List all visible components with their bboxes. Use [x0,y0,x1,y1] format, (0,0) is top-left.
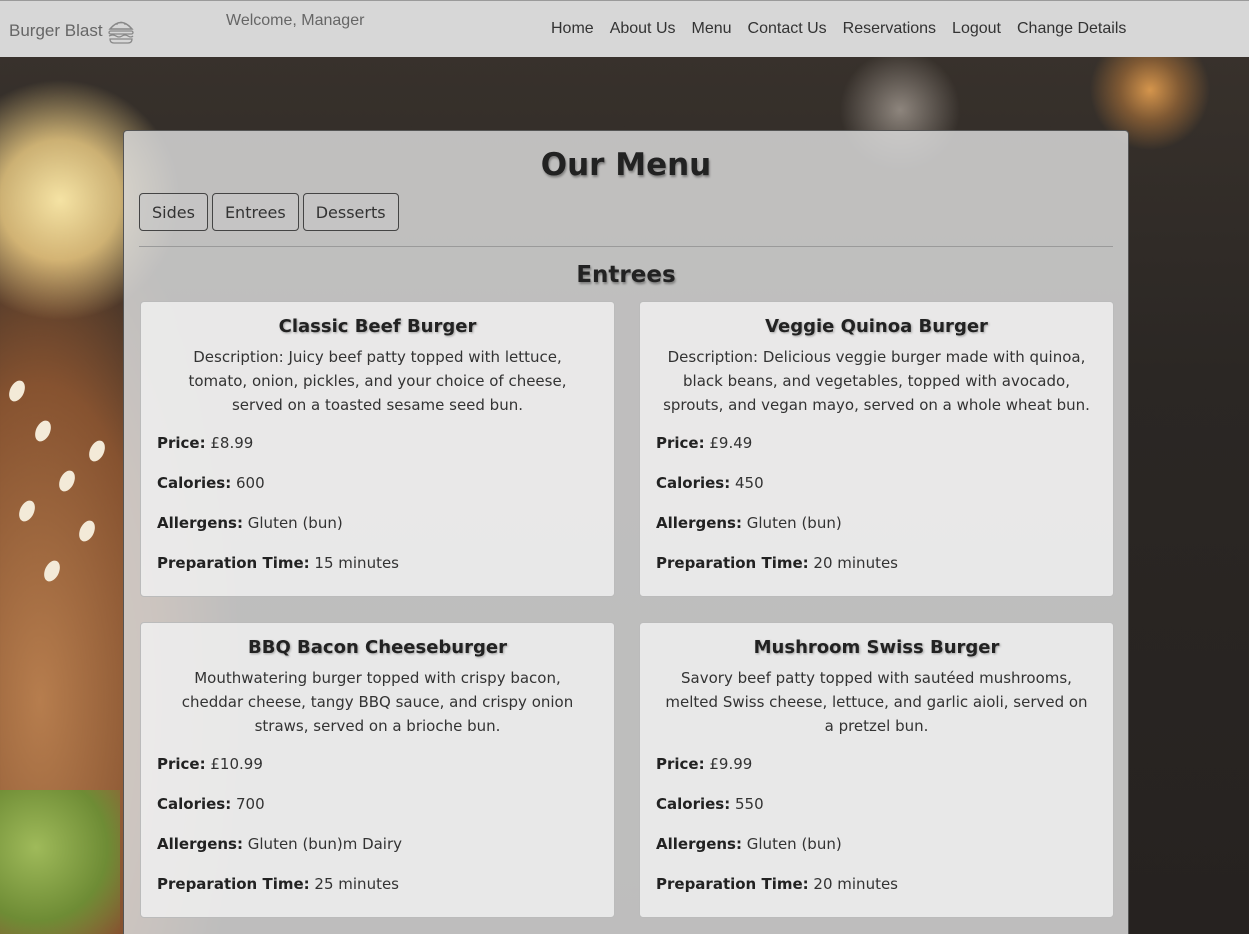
item-description: Savory beef patty topped with sautéed mu… [665,669,1088,735]
burger-icon [107,21,134,44]
top-navbar: Burger Blast Welcome, Manager Home About… [0,0,1249,57]
item-description: Mouthwatering burger topped with crispy … [181,669,574,735]
item-price: Price: £9.99 [656,755,753,773]
item-allergens: Allergens: Gluten (bun)m Dairy [157,835,403,853]
tab-desserts[interactable]: Desserts [302,193,399,231]
brand-name: Burger Blast [9,21,103,40]
page-title: Our Menu [540,147,712,183]
brand-logo[interactable]: Burger Blast [9,18,135,44]
item-allergens: Allergens: Gluten (bun) [656,514,842,532]
item-prep-time: Preparation Time: 15 minutes [157,554,399,572]
item-name: BBQ Bacon Cheeseburger [248,637,507,658]
item-allergens: Allergens: Gluten (bun) [157,514,343,532]
item-calories: Calories: 700 [157,795,265,813]
nav-link-menu[interactable]: Menu [692,20,732,38]
menu-item-card: Mushroom Swiss Burger Savory beef patty … [639,622,1114,918]
nav-link-contact-us[interactable]: Contact Us [748,20,827,38]
nav-link-about-us[interactable]: About Us [610,20,676,38]
nav-links: Home About Us Menu Contact Us Reservatio… [551,20,1142,38]
item-prep-time: Preparation Time: 20 minutes [656,554,898,572]
item-price: Price: £8.99 [157,434,254,452]
menu-panel: Our Menu Sides Entrees Desserts Entrees … [123,130,1129,934]
menu-item-card: Classic Beef Burger Description: Juicy b… [140,301,615,597]
item-calories: Calories: 450 [656,474,764,492]
item-prep-time: Preparation Time: 20 minutes [656,875,898,893]
item-allergens: Allergens: Gluten (bun) [656,835,842,853]
nav-link-home[interactable]: Home [551,20,594,38]
nav-link-change-details[interactable]: Change Details [1017,20,1126,38]
menu-category-tabs: Sides Entrees Desserts [139,193,399,231]
item-description: Description: Delicious veggie burger mad… [663,348,1090,414]
item-description: Description: Juicy beef patty topped wit… [188,348,567,414]
nav-link-logout[interactable]: Logout [952,20,1001,38]
tab-entrees[interactable]: Entrees [211,193,299,231]
section-title: Entrees [576,262,676,288]
item-price: Price: £9.49 [656,434,753,452]
divider [139,246,1113,247]
item-calories: Calories: 600 [157,474,265,492]
tab-sides[interactable]: Sides [139,193,208,231]
welcome-message: Welcome, Manager [226,12,365,29]
menu-item-card: BBQ Bacon Cheeseburger Mouthwatering bur… [140,622,615,918]
item-name: Classic Beef Burger [278,316,477,337]
nav-link-reservations[interactable]: Reservations [843,20,936,38]
item-prep-time: Preparation Time: 25 minutes [157,875,399,893]
item-calories: Calories: 550 [656,795,764,813]
item-price: Price: £10.99 [157,755,263,773]
menu-item-card: Veggie Quinoa Burger Description: Delici… [639,301,1114,597]
item-name: Veggie Quinoa Burger [765,316,988,337]
item-name: Mushroom Swiss Burger [753,637,1000,658]
